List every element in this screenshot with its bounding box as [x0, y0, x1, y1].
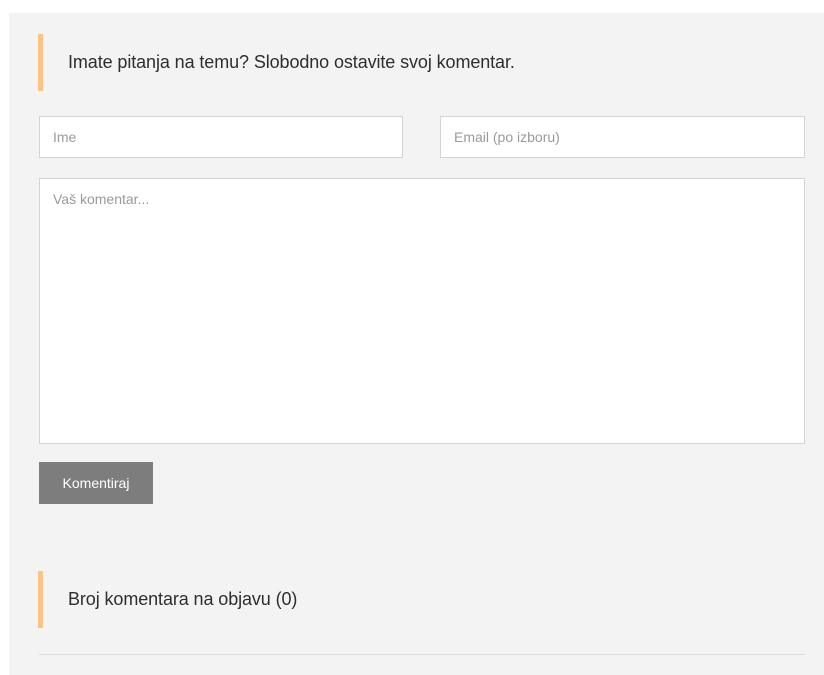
divider — [39, 654, 805, 655]
submit-comment-button[interactable]: Komentiraj — [39, 462, 153, 504]
comment-panel: Imate pitanja na temu? Slobodno ostavite… — [9, 13, 824, 675]
email-input[interactable] — [440, 116, 805, 158]
name-input[interactable] — [39, 116, 403, 158]
comment-count-heading: Broj komentara na objavu (0) — [38, 571, 638, 628]
comment-textarea[interactable] — [39, 178, 805, 444]
comment-form-heading: Imate pitanja na temu? Slobodno ostavite… — [38, 34, 638, 91]
